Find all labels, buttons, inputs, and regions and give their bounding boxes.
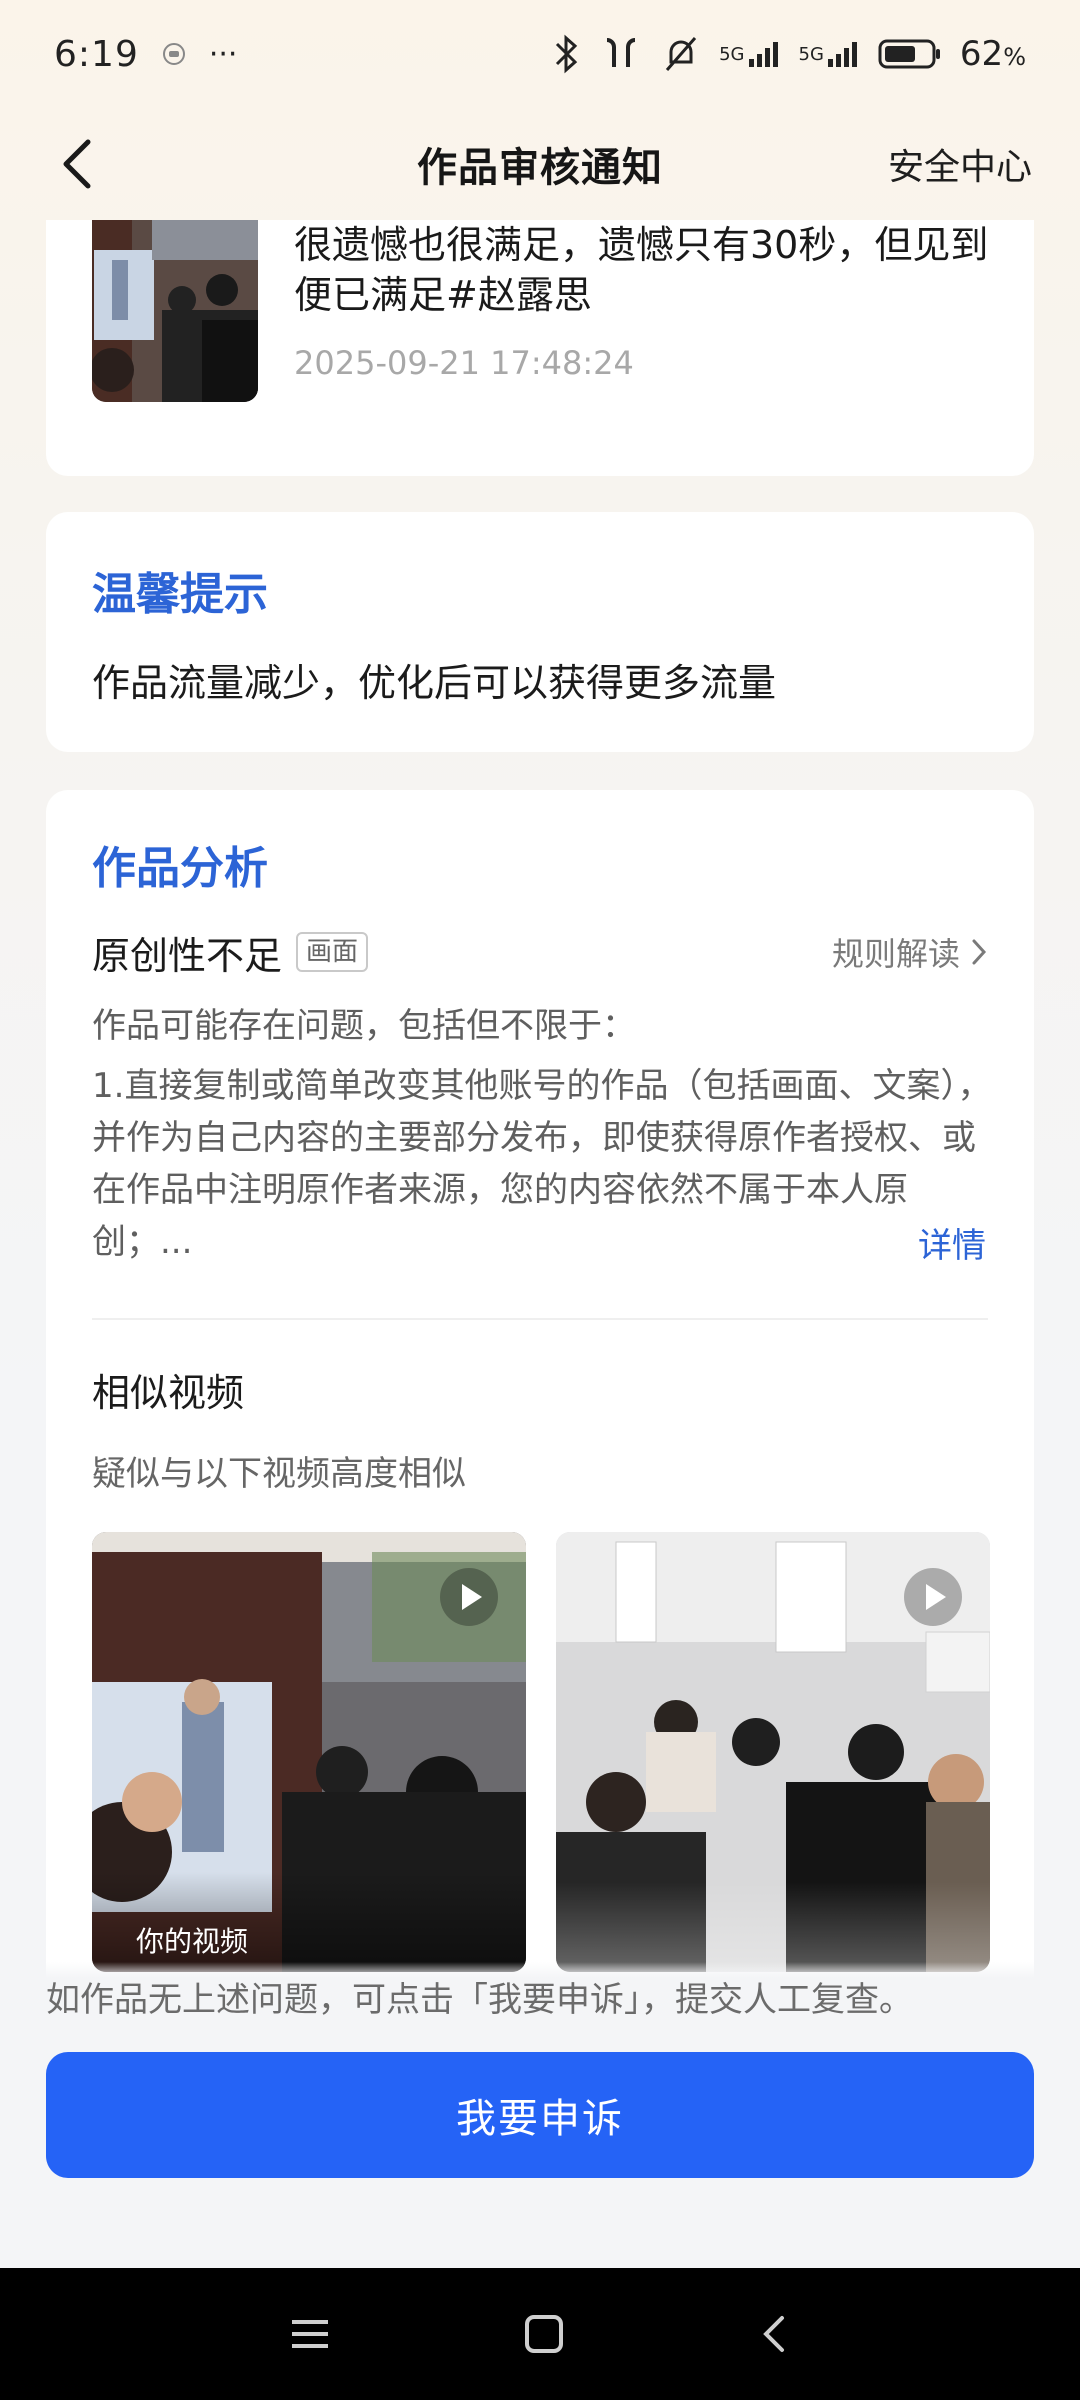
analysis-title: 作品分析 — [92, 843, 268, 894]
coin-icon — [161, 41, 187, 67]
similar-videos-title: 相似视频 — [92, 1371, 245, 1415]
security-center-link[interactable]: 安全中心 — [888, 138, 1032, 190]
earbuds-icon — [599, 34, 643, 74]
detail-link[interactable]: 详情 — [918, 1218, 986, 1267]
back-button[interactable] — [44, 128, 116, 200]
system-nav-bar — [0, 2268, 1080, 2400]
signal-icon-1: 5G — [719, 39, 780, 69]
back-nav-icon[interactable] — [756, 2312, 792, 2356]
work-timestamp: 2025-09-21 17:48:24 — [294, 344, 634, 382]
back-arrow-icon — [63, 139, 91, 189]
work-description: 很遗憾也很满足，遗憾只有30秒，但见到便已满足#赵露思 — [294, 223, 989, 317]
bottom-action-area: 如作品无上述问题，可点击「我要申诉」，提交人工复查。 我要申诉 — [0, 1962, 1080, 2268]
tip-title: 温馨提示 — [92, 569, 268, 620]
page-title: 作品审核通知 — [417, 145, 663, 191]
similar-video-thumbnail[interactable] — [556, 1532, 990, 1972]
your-video-thumbnail[interactable]: 你的视频 — [92, 1532, 526, 1972]
appeal-hint: 如作品无上述问题，可点击「我要申诉」，提交人工复查。 — [46, 1980, 913, 2020]
divider — [92, 1318, 988, 1320]
mute-bell-icon — [661, 34, 701, 74]
play-icon — [904, 1568, 962, 1626]
your-video-label: 你的视频 — [136, 1925, 249, 1958]
status-bar: 6:19 ··· 5G 5G 62% — [0, 0, 1080, 108]
play-icon — [440, 1568, 498, 1626]
more-indicator: ··· — [208, 36, 238, 72]
bluetooth-icon — [551, 34, 581, 74]
issue-description: 1.直接复制或简单改变其他账号的作品（包括画面、文案），并作为自己内容的主要部分… — [92, 1066, 992, 1262]
may-issue-text: 作品可能存在问题，包括但不限于： — [92, 1006, 636, 1046]
signal-icon-2: 5G — [799, 39, 860, 69]
battery-percent: 62% — [959, 34, 1026, 74]
tip-card: 温馨提示 作品流量减少，优化后可以获得更多流量 — [46, 512, 1034, 752]
work-thumbnail[interactable] — [92, 220, 258, 402]
nav-bar: 作品审核通知 安全中心 — [0, 108, 1080, 220]
issue-label: 原创性不足 — [92, 933, 283, 978]
status-time: 6:19 — [54, 33, 139, 75]
tip-text: 作品流量减少，优化后可以获得更多流量 — [92, 661, 777, 705]
rules-link[interactable]: 规则解读 — [832, 929, 988, 975]
appeal-button[interactable]: 我要申诉 — [46, 2052, 1034, 2178]
issue-row: 原创性不足 画面 规则解读 — [92, 924, 988, 980]
similar-videos-subtitle: 疑似与以下视频高度相似 — [92, 1454, 466, 1494]
issue-tag: 画面 — [296, 932, 369, 972]
work-card[interactable]: 很遗憾也很满足，遗憾只有30秒，但见到便已满足#赵露思 2025-09-21 1… — [46, 220, 1034, 476]
home-icon[interactable] — [522, 2312, 566, 2356]
chevron-right-icon — [972, 939, 987, 965]
rules-link-label: 规则解读 — [831, 935, 960, 973]
analysis-card: 作品分析 原创性不足 画面 规则解读 作品可能存在问题，包括但不限于： 1.直接… — [46, 790, 1034, 2080]
battery-icon — [878, 38, 942, 70]
menu-icon[interactable] — [288, 2314, 332, 2354]
